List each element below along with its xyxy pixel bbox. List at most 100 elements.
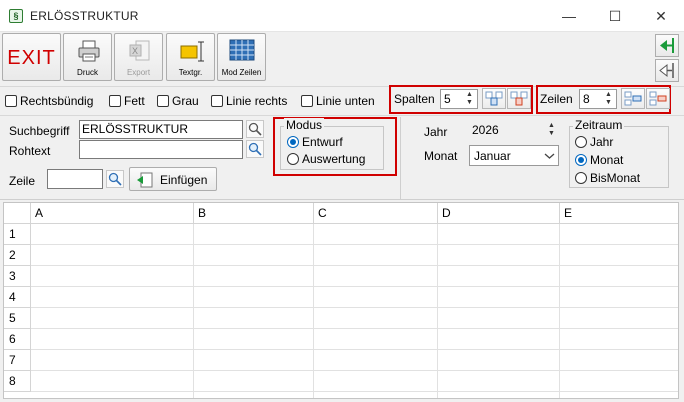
einfuegen-label: Einfügen: [160, 173, 208, 187]
einfuegen-button[interactable]: Einfügen: [129, 167, 217, 191]
grid-line: [437, 224, 438, 398]
textgr-button[interactable]: Textgr.: [166, 33, 215, 81]
row-header-5[interactable]: 5: [4, 308, 31, 329]
export-button[interactable]: X Export: [114, 33, 163, 81]
nav-back-button[interactable]: [655, 59, 679, 82]
row-header-2[interactable]: 2: [4, 245, 31, 266]
exit-label: EXIT: [7, 47, 56, 69]
column-header-d[interactable]: D: [438, 203, 560, 224]
grid-line: [559, 224, 560, 398]
column-header-a[interactable]: A: [31, 203, 194, 224]
grid-line: [31, 370, 678, 371]
row-header-8[interactable]: 8: [4, 371, 31, 392]
stepper-arrows-icon: ▲ ▼: [548, 122, 555, 137]
checkbox-linie-unten[interactable]: Linie unten: [301, 94, 375, 108]
mod-zeilen-label: Mod Zeilen: [221, 68, 262, 77]
checkbox-grau[interactable]: Grau: [157, 94, 199, 108]
remove-column-icon: [510, 91, 528, 106]
column-header-e[interactable]: E: [560, 203, 678, 224]
radio-circle: [575, 172, 587, 184]
monat-value: Januar: [474, 149, 511, 163]
monat-select[interactable]: Januar: [469, 145, 559, 166]
grid-line: [31, 307, 678, 308]
radio-circle: [575, 136, 587, 148]
title-bar: § ERLÖSSTRUKTUR — ☐ ✕: [0, 0, 684, 32]
row-header-3[interactable]: 3: [4, 266, 31, 287]
minimize-button[interactable]: —: [546, 0, 592, 32]
checkbox-linie-rechts[interactable]: Linie rechts: [211, 94, 287, 108]
spreadsheet-grid[interactable]: A B C D E 1 2 3 4 5 6 7 8: [3, 202, 679, 399]
radio-circle: [287, 136, 299, 148]
minimize-icon: —: [562, 8, 576, 24]
excel-export-icon: X: [129, 40, 150, 61]
mod-zeilen-button[interactable]: Mod Zeilen: [217, 33, 266, 81]
exit-button[interactable]: EXIT: [2, 33, 61, 81]
zeile-label: Zeile: [9, 174, 36, 188]
printer-icon: [78, 40, 100, 62]
grid-line: [31, 349, 678, 350]
spalten-stepper[interactable]: 5 ▲ ▼: [440, 89, 478, 109]
zeile-input[interactable]: [47, 169, 103, 189]
rohtext-search-button[interactable]: [246, 140, 264, 158]
grid-line: [31, 244, 678, 245]
zeilen-stepper[interactable]: 8 ▲ ▼: [579, 89, 617, 109]
radio-jahr[interactable]: Jahr: [575, 135, 613, 149]
column-header-c[interactable]: C: [314, 203, 438, 224]
app-icon: §: [9, 9, 23, 23]
rohtext-label: Rohtext: [9, 144, 51, 158]
search-icon: [248, 142, 262, 156]
zeilen-remove-button[interactable]: [646, 88, 670, 109]
search-icon: [248, 122, 262, 136]
nav-import-button[interactable]: [655, 34, 679, 57]
checkbox-box: [109, 95, 121, 107]
radio-monat[interactable]: Monat: [575, 153, 623, 167]
radio-bismonat[interactable]: BisMonat: [575, 171, 640, 185]
checkbox-box: [5, 95, 17, 107]
arrow-into-icon: [660, 38, 674, 53]
arrow-back-icon: [659, 63, 674, 78]
row-header-1[interactable]: 1: [4, 224, 31, 245]
stepper-arrows-icon: ▲ ▼: [605, 91, 612, 106]
maximize-button[interactable]: ☐: [592, 0, 638, 32]
form-divider: [400, 117, 401, 200]
insert-icon: [137, 172, 153, 188]
checkbox-rechtsbuendig[interactable]: Rechtsbündig: [5, 94, 93, 108]
zeile-search-button[interactable]: [106, 170, 124, 188]
zeilen-label: Zeilen: [540, 92, 573, 106]
radio-entwurf[interactable]: Entwurf: [287, 135, 343, 149]
text-size-icon: [180, 41, 204, 62]
grid-corner: [4, 203, 31, 224]
checkbox-fett[interactable]: Fett: [109, 94, 145, 108]
checkbox-box: [157, 95, 169, 107]
search-icon: [108, 172, 122, 186]
remove-row-icon: [649, 91, 667, 106]
add-column-icon: [485, 91, 503, 106]
grid-line: [31, 265, 678, 266]
column-header-b[interactable]: B: [194, 203, 314, 224]
stepper-arrows-icon: ▲ ▼: [466, 91, 473, 106]
suchbegriff-search-button[interactable]: [246, 120, 264, 138]
grid-line: [31, 286, 678, 287]
row-header-4[interactable]: 4: [4, 287, 31, 308]
row-header-6[interactable]: 6: [4, 329, 31, 350]
close-icon: ✕: [655, 8, 667, 24]
window-title: ERLÖSSTRUKTUR: [30, 9, 139, 23]
spalten-add-button[interactable]: [482, 88, 506, 109]
jahr-stepper[interactable]: 2026 ▲ ▼: [469, 121, 559, 141]
checkbox-box: [301, 95, 313, 107]
spalten-remove-button[interactable]: [507, 88, 531, 109]
radio-circle: [287, 153, 299, 165]
zeilen-add-button[interactable]: [621, 88, 645, 109]
chevron-down-icon: [544, 153, 555, 159]
row-header-7[interactable]: 7: [4, 350, 31, 371]
druck-button[interactable]: Druck: [63, 33, 112, 81]
svg-text:X: X: [132, 46, 138, 56]
radio-auswertung[interactable]: Auswertung: [287, 152, 365, 166]
suchbegriff-label: Suchbegriff: [9, 124, 70, 138]
modus-title: Modus: [284, 118, 325, 132]
suchbegriff-input[interactable]: ERLÖSSTRUKTUR: [79, 120, 243, 139]
grid-line: [31, 391, 678, 392]
rohtext-input[interactable]: [79, 140, 243, 159]
close-button[interactable]: ✕: [638, 0, 684, 32]
zeitraum-title: Zeitraum: [573, 118, 625, 132]
